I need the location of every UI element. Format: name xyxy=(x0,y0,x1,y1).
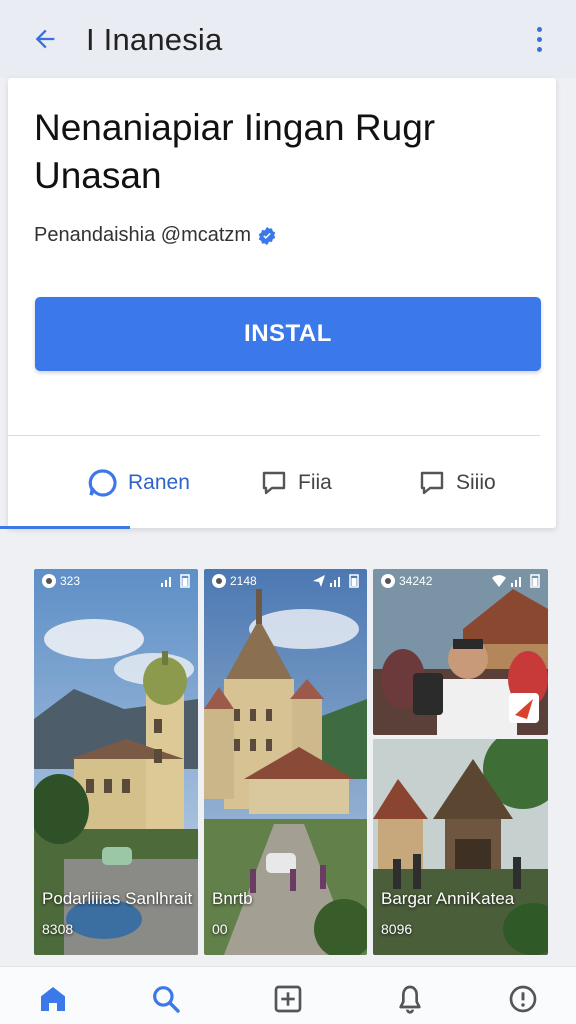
screenshot-3[interactable]: 34242 xyxy=(373,569,548,735)
tab-fiia[interactable]: Fiia xyxy=(260,458,332,508)
tab-bar: Ranen Fiia Siiio xyxy=(8,458,556,508)
screenshot-caption: Bargar AnniKatea xyxy=(381,889,515,908)
search-icon[interactable] xyxy=(148,981,184,1017)
status-bar: 323 xyxy=(34,569,198,593)
screenshot-gallery: 323 Podarliiias Sanlhrait 8308 2148 Bnrt… xyxy=(34,569,550,955)
app-name: Nenaniapiar Iingan Rugr Unasan xyxy=(34,107,436,196)
status-bar: 34242 xyxy=(373,569,548,593)
page-title: I Inanesia xyxy=(86,22,223,57)
install-button[interactable]: INSTAL xyxy=(35,297,541,371)
screenshot-subcaption: 8308 xyxy=(42,921,74,937)
chat-bubble-icon xyxy=(262,471,286,495)
screenshot-1[interactable]: 323 Podarliiias Sanlhrait 8308 xyxy=(34,569,198,955)
tab-label: Ranen xyxy=(128,471,190,494)
circle-icon xyxy=(88,469,117,497)
add-box-icon[interactable] xyxy=(270,981,306,1017)
tab-label: Siiio xyxy=(456,471,496,494)
screenshot-2[interactable]: 2148 Bnrtb 00 xyxy=(204,569,367,955)
more-circle-icon[interactable] xyxy=(505,981,541,1017)
bottom-navigation xyxy=(0,966,576,1024)
app-details-card: Nenaniapiar Iingan Rugr Unasan Penandais… xyxy=(8,78,556,528)
screenshot-caption: Podarliiias Sanlhrait xyxy=(42,889,193,908)
active-tab-indicator xyxy=(0,526,130,529)
screenshot-4[interactable]: Bargar AnniKatea 8096 xyxy=(373,739,548,955)
status-bar: 2148 xyxy=(204,569,367,593)
developer-row[interactable]: Penandaishia @mcatzm xyxy=(34,224,277,247)
people-photo xyxy=(373,569,548,735)
tab-label: Fiia xyxy=(298,471,332,494)
tab-siiio[interactable]: Siiio xyxy=(418,458,496,508)
developer-name: Penandaishia @mcatzm xyxy=(34,224,252,246)
screenshot-caption: Bnrtb xyxy=(212,889,253,908)
top-app-bar: I Inanesia xyxy=(0,0,576,78)
notifications-icon[interactable] xyxy=(392,981,428,1017)
divider xyxy=(8,435,540,436)
screenshot-subcaption: 8096 xyxy=(381,921,413,937)
back-button[interactable] xyxy=(28,22,62,56)
chat-bubble-icon xyxy=(420,471,444,495)
screenshot-subcaption: 00 xyxy=(212,921,228,937)
tab-ranen[interactable]: Ranen xyxy=(88,458,190,508)
arrow-left-icon xyxy=(35,29,55,49)
home-icon[interactable] xyxy=(35,981,71,1017)
more-vert-icon[interactable] xyxy=(524,22,554,56)
verified-badge-icon xyxy=(257,226,277,246)
